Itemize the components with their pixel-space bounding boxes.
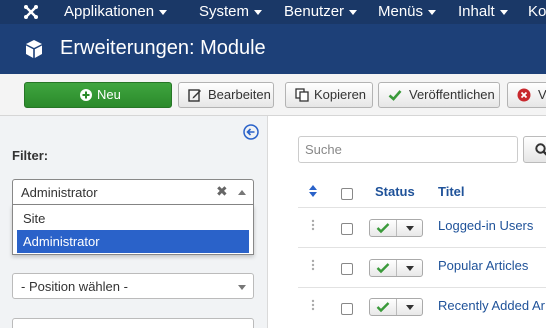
nav-system[interactable]: System bbox=[199, 0, 263, 24]
client-select-value: Administrator bbox=[21, 185, 98, 200]
caret-down-icon bbox=[238, 285, 246, 290]
header-divider bbox=[298, 207, 546, 208]
column-status[interactable]: Status bbox=[375, 184, 415, 199]
module-select[interactable] bbox=[12, 318, 254, 328]
copy-button[interactable]: Kopieren bbox=[285, 82, 373, 108]
top-navbar: Applikationen System Benutzer Menüs Inha… bbox=[0, 0, 546, 24]
unpublish-x-circle-icon bbox=[517, 88, 531, 102]
drag-handle-icon[interactable] bbox=[311, 259, 315, 271]
row-checkbox[interactable] bbox=[341, 223, 353, 235]
option-administrator[interactable]: Administrator bbox=[17, 230, 249, 253]
divider bbox=[396, 299, 397, 315]
published-check-icon bbox=[376, 223, 390, 234]
nav-menus[interactable]: Menüs bbox=[378, 0, 437, 24]
nav-label: System bbox=[199, 3, 250, 20]
page-title: Erweiterungen: Module bbox=[60, 37, 266, 59]
module-title-link[interactable]: Logged-in Users bbox=[438, 218, 533, 233]
published-check-icon bbox=[376, 302, 390, 313]
unpublish-button[interactable]: Ve bbox=[507, 82, 546, 108]
nav-label: Inhalt bbox=[458, 3, 495, 20]
row-checkbox[interactable] bbox=[341, 263, 353, 275]
position-select[interactable]: - Position wählen - bbox=[12, 273, 254, 299]
client-select-dropdown: Site Administrator bbox=[12, 205, 254, 255]
edit-button[interactable]: Bearbeiten bbox=[178, 82, 274, 108]
clear-icon[interactable]: ✖ bbox=[216, 183, 228, 200]
column-title[interactable]: Titel bbox=[438, 184, 465, 199]
nav-inhalt[interactable]: Inhalt bbox=[458, 0, 508, 24]
nav-applikationen[interactable]: Applikationen bbox=[64, 0, 168, 24]
caret-down-icon bbox=[159, 9, 168, 15]
option-site[interactable]: Site bbox=[17, 207, 249, 230]
nav-label: Ko bbox=[528, 3, 546, 20]
cube-icon bbox=[26, 40, 42, 58]
edit-button-label: Bearbeiten bbox=[208, 87, 271, 102]
search-button[interactable] bbox=[523, 136, 546, 163]
divider bbox=[396, 220, 397, 236]
caret-up-icon bbox=[238, 190, 246, 195]
caret-down-icon[interactable] bbox=[406, 226, 414, 231]
nav-benutzer[interactable]: Benutzer bbox=[284, 0, 358, 24]
collapse-sidebar-icon[interactable] bbox=[243, 124, 259, 140]
client-select[interactable]: Administrator ✖ bbox=[12, 179, 254, 205]
caret-down-icon[interactable] bbox=[406, 305, 414, 310]
nav-komponenten[interactable]: Ko bbox=[528, 0, 546, 24]
row-divider bbox=[298, 287, 546, 288]
joomla-logo-icon[interactable] bbox=[22, 3, 40, 21]
caret-down-icon bbox=[499, 9, 508, 15]
new-button-label: Neu bbox=[97, 87, 121, 102]
check-icon bbox=[388, 90, 402, 101]
nav-label: Applikationen bbox=[64, 3, 155, 20]
filter-sidebar: Filter: Administrator ✖ Site Administrat… bbox=[0, 116, 268, 328]
nav-label: Menüs bbox=[378, 3, 424, 20]
sort-icon[interactable] bbox=[309, 185, 317, 197]
copy-icon bbox=[295, 88, 309, 102]
status-toggle[interactable] bbox=[369, 259, 423, 277]
copy-button-label: Kopieren bbox=[314, 87, 367, 102]
page-header: Erweiterungen: Module bbox=[0, 24, 546, 74]
divider bbox=[396, 260, 397, 276]
publish-button[interactable]: Veröffentlichen bbox=[378, 82, 500, 108]
plus-circle-icon bbox=[80, 89, 92, 101]
caret-down-icon[interactable] bbox=[406, 266, 414, 271]
nav-label: Benutzer bbox=[284, 3, 345, 20]
filter-label: Filter: bbox=[12, 148, 49, 163]
caret-down-icon bbox=[349, 9, 358, 15]
search-icon bbox=[535, 143, 546, 156]
select-all-checkbox[interactable] bbox=[341, 188, 353, 200]
caret-down-icon bbox=[254, 9, 263, 15]
position-select-value: - Position wählen - bbox=[21, 279, 128, 294]
row-divider bbox=[298, 247, 546, 248]
drag-handle-icon[interactable] bbox=[311, 219, 315, 231]
module-title-link[interactable]: Popular Articles bbox=[438, 258, 528, 273]
status-toggle[interactable] bbox=[369, 219, 423, 237]
toolbar: Neu Bearbeiten Kopieren Veröffentlichen … bbox=[0, 74, 546, 116]
caret-down-icon bbox=[428, 9, 437, 15]
new-button[interactable]: Neu bbox=[24, 82, 172, 108]
status-toggle[interactable] bbox=[369, 298, 423, 316]
published-check-icon bbox=[376, 263, 390, 274]
unpublish-button-label: Ve bbox=[538, 87, 546, 102]
publish-button-label: Veröffentlichen bbox=[409, 87, 495, 102]
edit-icon bbox=[188, 89, 201, 102]
drag-handle-icon[interactable] bbox=[311, 299, 315, 311]
search-input[interactable] bbox=[298, 136, 518, 163]
row-checkbox[interactable] bbox=[341, 303, 353, 315]
module-title-link[interactable]: Recently Added Ar bbox=[438, 298, 545, 313]
